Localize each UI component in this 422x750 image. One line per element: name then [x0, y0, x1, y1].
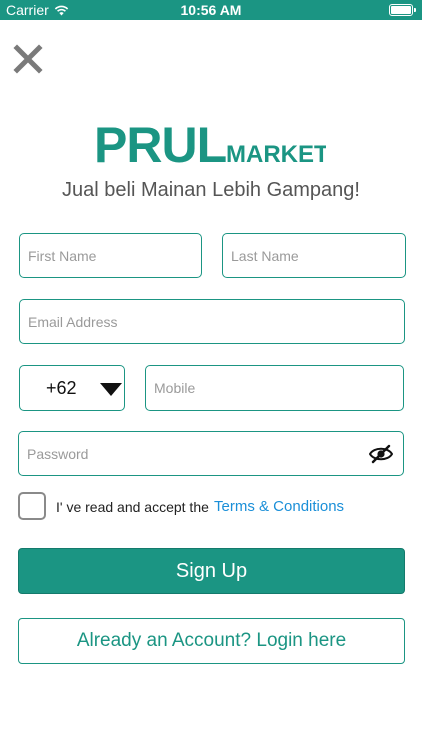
- login-link-button[interactable]: Already an Account? Login here: [18, 618, 405, 664]
- terms-text: I' ve read and accept the: [56, 499, 209, 515]
- tagline: Jual beli Mainan Lebih Gampang!: [62, 179, 360, 201]
- terms-row: I' ve read and accept the Terms & Condit…: [18, 492, 408, 522]
- password-field[interactable]: [18, 431, 404, 476]
- country-code-select[interactable]: +62: [19, 365, 125, 411]
- status-bar: Carrier 10:56 AM: [0, 0, 422, 20]
- logo-primary-text: PRUL: [94, 118, 226, 168]
- email-field[interactable]: [19, 299, 405, 344]
- last-name-input[interactable]: [223, 234, 405, 277]
- mobile-field[interactable]: [145, 365, 404, 411]
- email-input[interactable]: [20, 300, 404, 343]
- close-button[interactable]: [13, 44, 43, 74]
- last-name-field[interactable]: [222, 233, 406, 278]
- eye-slash-icon[interactable]: [369, 444, 393, 464]
- brand-logo: PRUL MARKET: [94, 117, 329, 173]
- first-name-field[interactable]: [19, 233, 202, 278]
- battery-icon: [389, 4, 416, 16]
- sign-up-button[interactable]: Sign Up: [18, 548, 405, 594]
- country-code-value: +62: [46, 378, 77, 398]
- terms-checkbox[interactable]: [18, 492, 46, 520]
- close-icon: [13, 44, 43, 74]
- terms-conditions-link[interactable]: Terms & Conditions: [214, 498, 344, 515]
- chevron-down-icon: [100, 383, 122, 396]
- password-input[interactable]: [19, 432, 403, 475]
- clock: 10:56 AM: [180, 2, 242, 18]
- first-name-input[interactable]: [20, 234, 201, 277]
- mobile-input[interactable]: [146, 366, 403, 410]
- logo-secondary-text: MARKET: [226, 141, 326, 168]
